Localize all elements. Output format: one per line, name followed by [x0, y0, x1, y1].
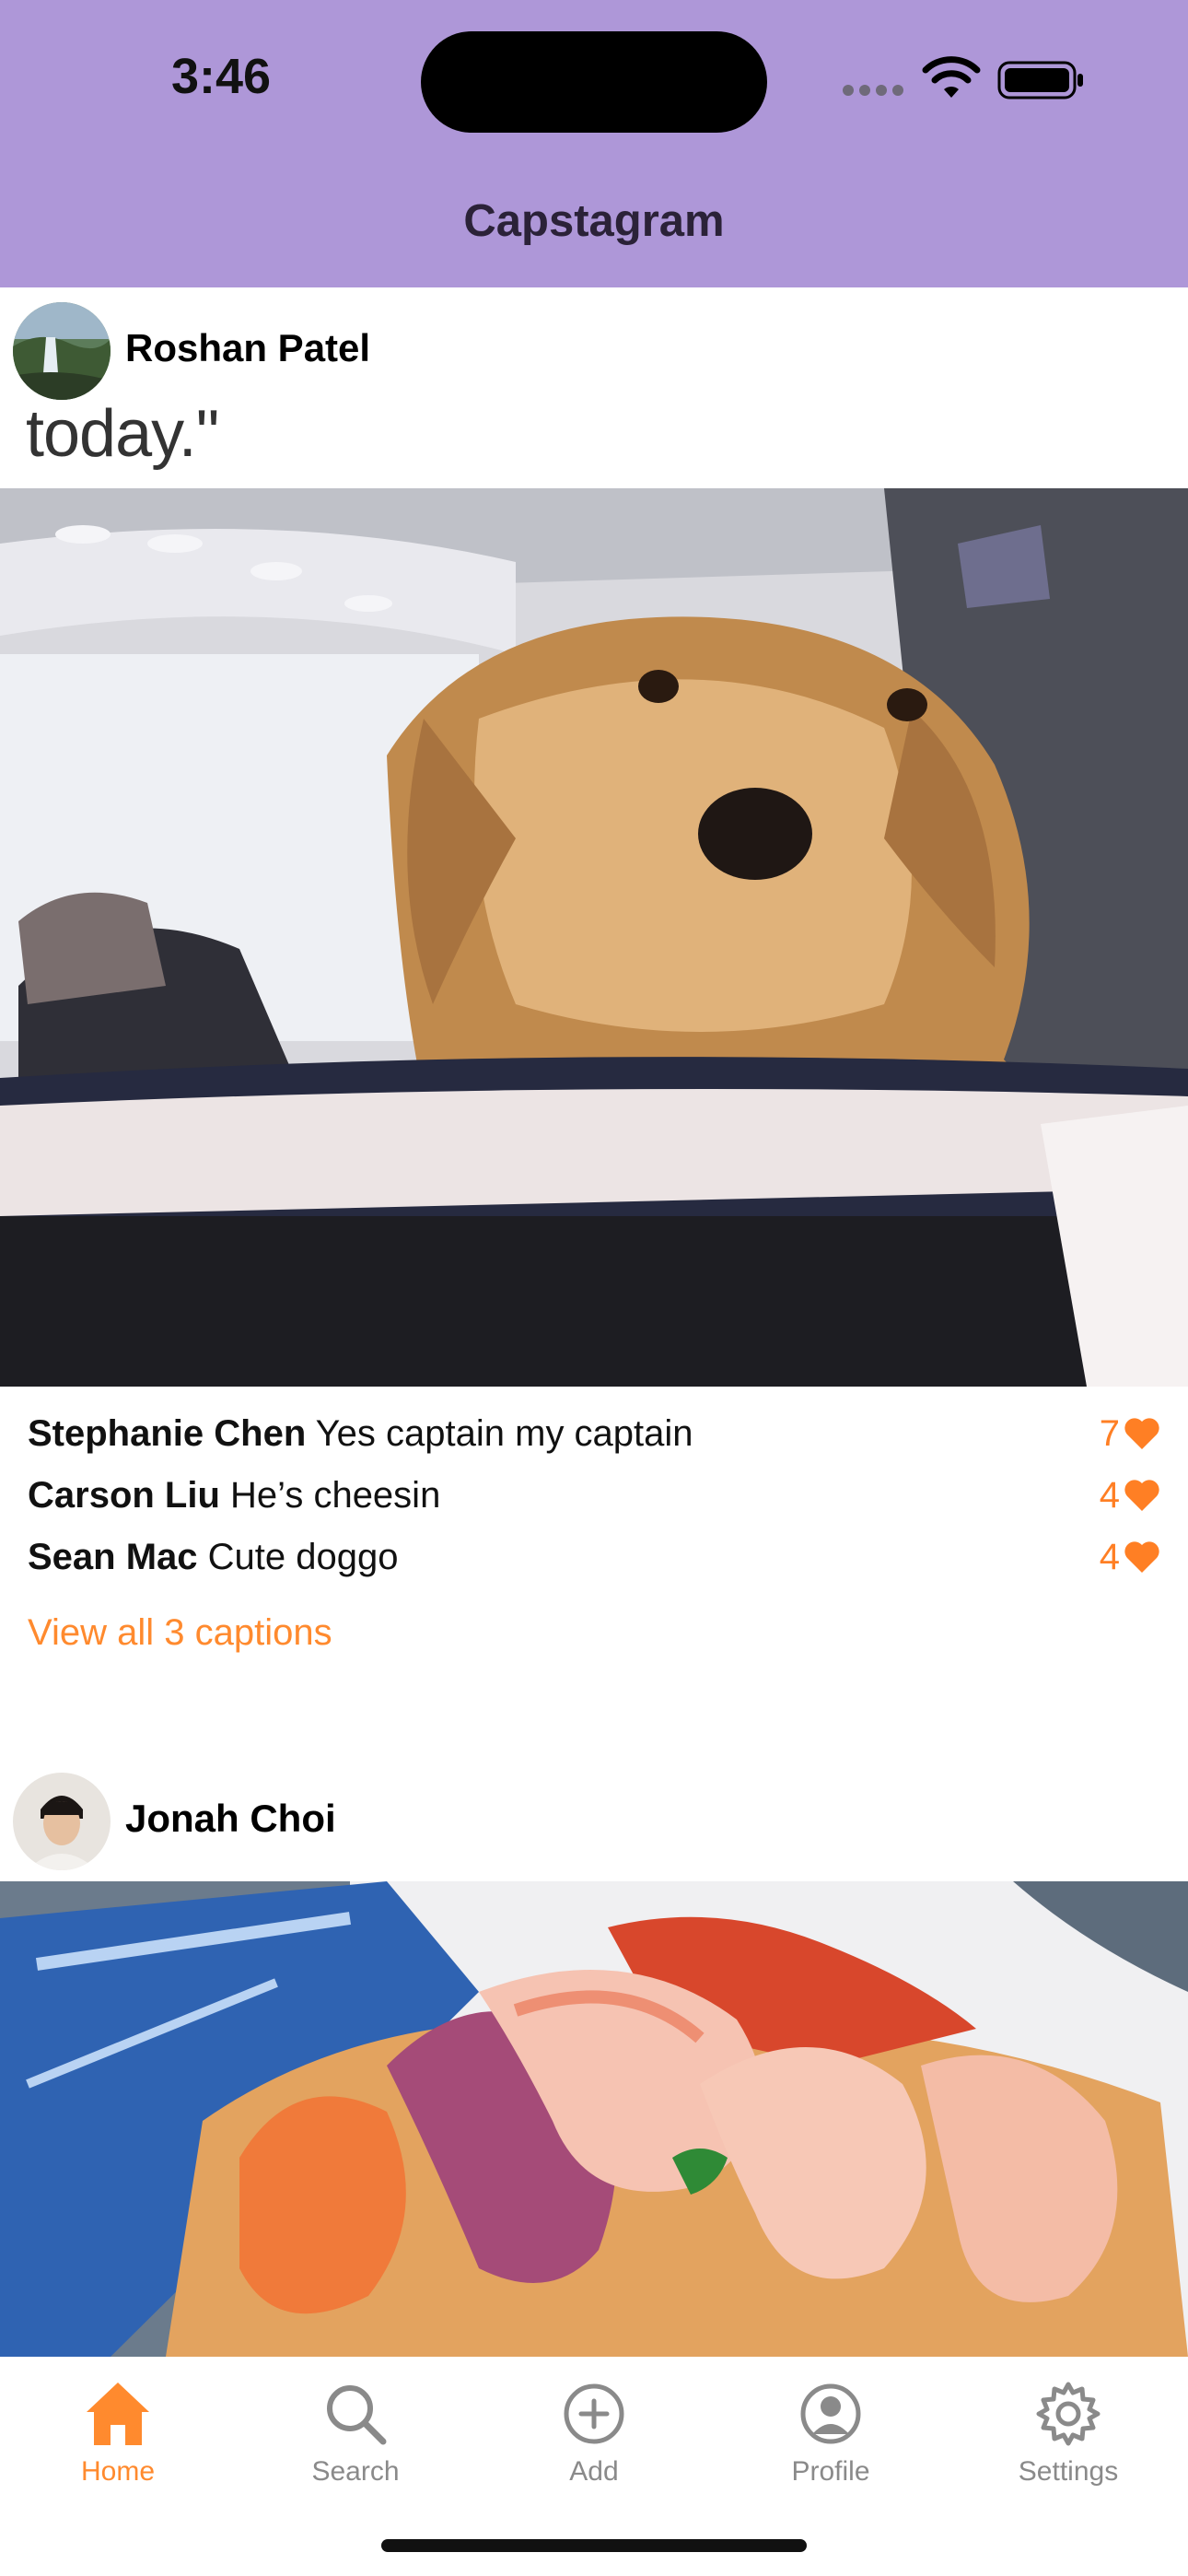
post-overlay-text: today."	[26, 397, 219, 471]
person-circle-icon	[800, 2383, 861, 2444]
tab-label: Home	[80, 2456, 156, 2487]
caption-likes[interactable]: 4	[1100, 1475, 1160, 1516]
post-header: Jonah Choi	[0, 1763, 1188, 1874]
battery-icon	[997, 61, 1083, 100]
status-time: 3:46	[170, 49, 272, 104]
caption-text: Cute doggo	[207, 1537, 399, 1577]
app-header: 3:46 Capstagram	[0, 0, 1188, 287]
tab-label: Search	[311, 2456, 400, 2487]
avatar[interactable]	[13, 1773, 111, 1870]
caption-row[interactable]: Stephanie Chen Yes captain my captain 7	[28, 1413, 1160, 1469]
tab-label: Add	[569, 2456, 619, 2487]
caption-likes[interactable]: 7	[1100, 1413, 1160, 1455]
tab-settings[interactable]: Settings	[976, 2377, 1160, 2497]
caption-text: He’s cheesin	[230, 1475, 441, 1516]
app-title: Capstagram	[463, 196, 725, 246]
tab-profile[interactable]: Profile	[739, 2377, 923, 2497]
caption-row[interactable]: Carson Liu He’s cheesin 4	[28, 1475, 1160, 1530]
caption-user[interactable]: Carson Liu	[28, 1475, 220, 1516]
plus-circle-icon	[564, 2383, 624, 2444]
caption-user[interactable]: Stephanie Chen	[28, 1413, 306, 1454]
cellular-signal-icon	[843, 85, 907, 96]
magnifier-icon	[327, 2385, 387, 2445]
tab-label: Settings	[1018, 2456, 1119, 2487]
house-icon	[87, 2383, 149, 2445]
post-header: Roshan Patel	[0, 293, 1188, 404]
caption-text: Yes captain my captain	[315, 1413, 693, 1454]
post-photo-shrimp[interactable]	[0, 1881, 1188, 2357]
tab-label: Profile	[791, 2456, 870, 2487]
heart-icon[interactable]	[1124, 1417, 1160, 1451]
view-all-captions-link[interactable]: View all 3 captions	[28, 1612, 332, 1654]
tab-home[interactable]: Home	[26, 2377, 210, 2497]
caption-row[interactable]: Sean Mac Cute doggo 4	[28, 1537, 1160, 1592]
dynamic-island	[421, 31, 767, 133]
post-author[interactable]: Jonah Choi	[125, 1797, 336, 1841]
post-photo-puppy[interactable]	[0, 488, 1188, 1387]
tab-search[interactable]: Search	[263, 2377, 448, 2497]
like-count: 4	[1099, 1537, 1120, 1577]
home-indicator[interactable]	[381, 2539, 807, 2552]
heart-icon[interactable]	[1124, 1540, 1160, 1575]
caption-likes[interactable]: 4	[1100, 1537, 1160, 1578]
gear-icon	[1036, 2382, 1101, 2446]
like-count: 4	[1099, 1475, 1120, 1516]
avatar[interactable]	[13, 302, 111, 400]
wifi-icon	[922, 56, 981, 98]
heart-icon[interactable]	[1124, 1479, 1160, 1513]
post-author[interactable]: Roshan Patel	[125, 326, 370, 370]
tab-add[interactable]: Add	[502, 2377, 686, 2497]
caption-user[interactable]: Sean Mac	[28, 1537, 198, 1577]
like-count: 7	[1099, 1413, 1120, 1454]
